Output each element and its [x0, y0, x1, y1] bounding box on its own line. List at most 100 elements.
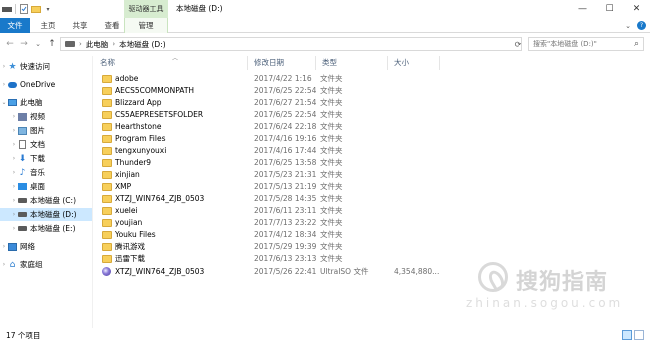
- expand-arrow-icon[interactable]: ›: [10, 169, 18, 176]
- drive-icon[interactable]: [2, 4, 12, 14]
- up-button[interactable]: ↑: [46, 38, 58, 50]
- refresh-icon[interactable]: ⟳: [512, 37, 524, 51]
- expand-arrow-icon[interactable]: ›: [10, 183, 18, 190]
- file-row[interactable]: Program Files 2017/4/16 19:16 文件夹: [96, 133, 496, 145]
- nav-item-drive-e[interactable]: › 本地磁盘 (E:): [0, 222, 92, 235]
- watermark-url: zhinan.sogou.com: [466, 296, 624, 310]
- expand-arrow-icon[interactable]: ›: [10, 141, 18, 148]
- expand-arrow-icon[interactable]: ›: [0, 63, 8, 70]
- file-date: 2017/5/29 19:39: [254, 242, 317, 251]
- nav-item-music[interactable]: › ♪ 音乐: [0, 166, 92, 179]
- drive-icon: [18, 196, 27, 205]
- file-type: 文件夹: [320, 206, 343, 215]
- nav-item-label: 快速访问: [20, 62, 50, 71]
- nav-item-network[interactable]: › 网络: [0, 240, 92, 253]
- expand-arrow-icon[interactable]: ›: [10, 127, 18, 134]
- file-row[interactable]: XMP 2017/5/13 21:19 文件夹: [96, 181, 496, 193]
- file-row[interactable]: CS5AEPRESETSFOLDER 2017/6/25 22:54 文件夹: [96, 109, 496, 121]
- nav-item-drive-d[interactable]: › 本地磁盘 (D:): [0, 208, 92, 221]
- file-row[interactable]: XTZJ_WIN764_ZJB_0503 2017/5/28 14:35 文件夹: [96, 193, 496, 205]
- expand-arrow-icon[interactable]: ›: [10, 113, 18, 120]
- search-box[interactable]: ⌕: [528, 37, 644, 51]
- file-row[interactable]: Hearthstone 2017/6/24 22:18 文件夹: [96, 121, 496, 133]
- close-button[interactable]: ✕: [623, 0, 650, 18]
- tab-file[interactable]: 文件: [0, 18, 30, 33]
- file-row[interactable]: Blizzard App 2017/6/27 21:54 文件夹: [96, 97, 496, 109]
- file-row[interactable]: xuelei 2017/6/11 23:11 文件夹: [96, 205, 496, 217]
- file-row[interactable]: XTZJ_WIN764_ZJB_0503 2017/5/26 22:41 Ult…: [96, 266, 496, 278]
- file-row[interactable]: Thunder9 2017/6/25 13:58 文件夹: [96, 157, 496, 169]
- expand-arrow-icon[interactable]: ›: [10, 197, 18, 204]
- breadcrumb-this-pc[interactable]: 此电脑: [86, 39, 109, 50]
- customize-toolbar-icon[interactable]: ▾: [43, 4, 53, 14]
- expand-arrow-icon[interactable]: ›: [0, 261, 8, 268]
- expand-arrow-icon[interactable]: ›: [0, 81, 8, 88]
- nav-item-videos[interactable]: › 视频: [0, 110, 92, 123]
- file-date: 2017/4/22 1:16: [254, 74, 312, 83]
- search-input[interactable]: [533, 40, 629, 48]
- address-bar[interactable]: › 此电脑 › 本地磁盘 (D:): [60, 37, 522, 51]
- nav-item-homegroup[interactable]: › ⌂ 家庭组: [0, 258, 92, 271]
- title-bar: ▾ 驱动器工具 本地磁盘 (D:) — ☐ ✕: [0, 0, 650, 18]
- nav-item-downloads[interactable]: › ⬇ 下载: [0, 152, 92, 165]
- column-header-size[interactable]: 大小: [390, 56, 440, 70]
- large-icons-view-icon[interactable]: [634, 330, 644, 340]
- tab-manage[interactable]: 管理: [124, 18, 168, 33]
- folder-icon: [102, 255, 112, 263]
- file-date: 2017/6/11 23:11: [254, 206, 317, 215]
- file-row[interactable]: xinjian 2017/5/23 21:31 文件夹: [96, 169, 496, 181]
- file-row[interactable]: youjian 2017/7/13 23:22 文件夹: [96, 217, 496, 229]
- tab-home[interactable]: 主页: [36, 18, 60, 33]
- collapse-arrow-icon[interactable]: ⌄: [0, 99, 8, 106]
- file-date: 2017/6/27 21:54: [254, 98, 317, 107]
- properties-icon[interactable]: [19, 4, 29, 14]
- minimize-button[interactable]: —: [569, 0, 596, 18]
- maximize-button[interactable]: ☐: [596, 0, 623, 18]
- nav-item-label: 音乐: [30, 168, 45, 177]
- nav-item-this-pc[interactable]: ⌄ 此电脑: [0, 96, 92, 109]
- file-row[interactable]: AECS5COMMONPATH 2017/6/25 22:54 文件夹: [96, 85, 496, 97]
- chevron-right-icon[interactable]: ›: [112, 40, 115, 48]
- expand-arrow-icon[interactable]: ›: [0, 243, 8, 250]
- file-type: 文件夹: [320, 230, 343, 239]
- nav-item-drive-c[interactable]: › 本地磁盘 (C:): [0, 194, 92, 207]
- column-header-type[interactable]: 类型: [318, 56, 388, 70]
- details-view-icon[interactable]: [622, 330, 632, 340]
- search-icon[interactable]: ⌕: [634, 39, 639, 49]
- back-button[interactable]: ←: [4, 38, 16, 50]
- column-header-name[interactable]: 名称: [96, 56, 248, 70]
- file-row[interactable]: 腾讯游戏 2017/5/29 19:39 文件夹: [96, 241, 496, 253]
- expand-arrow-icon[interactable]: ›: [10, 225, 18, 232]
- tab-share[interactable]: 共享: [68, 18, 92, 33]
- file-type: 文件夹: [320, 170, 343, 179]
- nav-item-quick-access[interactable]: › ★ 快速访问: [0, 60, 92, 73]
- ribbon-right-controls: ⌄ ?: [625, 18, 646, 33]
- file-row[interactable]: adobe 2017/4/22 1:16 文件夹: [96, 73, 496, 85]
- folder-icon: [102, 183, 112, 191]
- file-row[interactable]: tengxunyouxi 2017/4/16 17:44 文件夹: [96, 145, 496, 157]
- nav-item-desktop[interactable]: › 桌面: [0, 180, 92, 193]
- file-date: 2017/5/23 21:31: [254, 170, 317, 179]
- file-row[interactable]: Youku Files 2017/4/12 18:34 文件夹: [96, 229, 496, 241]
- nav-item-onedrive[interactable]: › OneDrive: [0, 78, 92, 91]
- help-icon[interactable]: ?: [637, 21, 646, 30]
- breadcrumb-drive-d[interactable]: 本地磁盘 (D:): [119, 39, 166, 50]
- expand-arrow-icon[interactable]: ›: [10, 155, 18, 162]
- file-type: 文件夹: [320, 158, 343, 167]
- view-toggle: [622, 330, 644, 340]
- expand-arrow-icon[interactable]: ›: [10, 211, 18, 218]
- chevron-right-icon[interactable]: ›: [79, 40, 82, 48]
- file-row[interactable]: 迅雷下载 2017/6/13 23:13 文件夹: [96, 253, 496, 265]
- folder-icon: [102, 87, 112, 95]
- expand-ribbon-icon[interactable]: ⌄: [625, 22, 631, 30]
- ribbon-tabs: 文件 主页 共享 查看 管理 ⌄ ?: [0, 18, 650, 33]
- column-header-date[interactable]: 修改日期: [250, 56, 316, 70]
- new-folder-icon[interactable]: [31, 4, 41, 14]
- nav-item-documents[interactable]: › 文档: [0, 138, 92, 151]
- pane-splitter[interactable]: [92, 56, 93, 328]
- recent-locations-button[interactable]: ⌄: [32, 38, 44, 50]
- homegroup-icon: ⌂: [9, 259, 16, 270]
- tab-view[interactable]: 查看: [100, 18, 124, 33]
- nav-item-pictures[interactable]: › 图片: [0, 124, 92, 137]
- forward-button[interactable]: →: [18, 38, 30, 50]
